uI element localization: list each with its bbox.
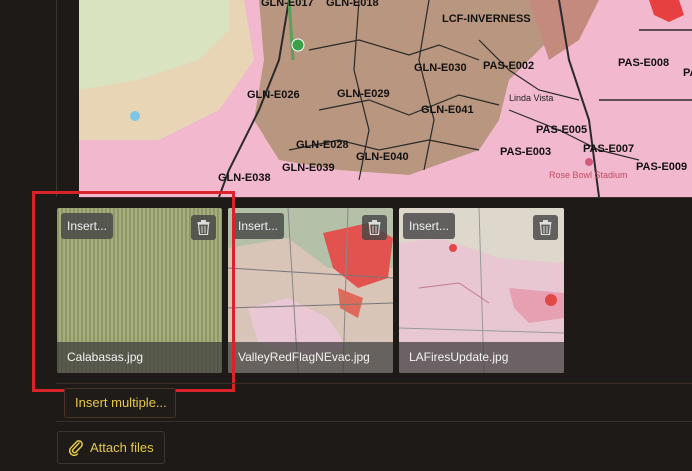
delete-button[interactable] <box>362 215 387 240</box>
map-label: PAS-E005 <box>536 124 587 136</box>
map-graphic: GLN-E017 GLN-E018 LCF-INVERNESS GLN-E030… <box>79 0 692 197</box>
map-label: GLN-E038 <box>218 172 271 184</box>
attachment-card[interactable]: Insert... Calabasas.jpg <box>57 208 222 373</box>
trash-icon <box>539 220 552 235</box>
attachment-filename: Calabasas.jpg <box>67 350 144 364</box>
attachment-filename: ValleyRedFlagNEvac.jpg <box>238 350 370 364</box>
delete-button[interactable] <box>533 215 558 240</box>
map-label: GLN-E030 <box>414 62 467 74</box>
map-label: Linda Vista <box>509 93 553 103</box>
attach-files-label: Attach files <box>90 440 154 455</box>
rail-divider <box>56 0 57 197</box>
map-label: PAS-E003 <box>500 146 551 158</box>
insert-button[interactable]: Insert... <box>403 213 455 239</box>
map-label: GLN-E017 <box>261 0 314 9</box>
attachment-card[interactable]: Insert... LAFiresUpdate.jpg <box>399 208 564 373</box>
attachment-filename: LAFiresUpdate.jpg <box>409 350 509 364</box>
map-label: GLN-E028 <box>296 139 349 151</box>
map-label: GLN-E029 <box>337 88 390 100</box>
trash-icon <box>197 220 210 235</box>
attachment-caption: Calabasas.jpg <box>57 342 222 373</box>
map-preview: GLN-E017 GLN-E018 LCF-INVERNESS GLN-E030… <box>79 0 692 198</box>
divider <box>56 421 692 422</box>
insert-button[interactable]: Insert... <box>61 213 113 239</box>
attachment-caption: LAFiresUpdate.jpg <box>399 342 564 373</box>
left-rail <box>0 0 79 197</box>
insert-button[interactable]: Insert... <box>232 213 284 239</box>
map-label: GLN-E039 <box>282 162 335 174</box>
map-label: GLN-E018 <box>326 0 379 9</box>
insert-multiple-button[interactable]: Insert multiple... <box>64 388 176 418</box>
map-label: LCF-INVERNESS <box>442 13 531 25</box>
divider <box>56 383 692 384</box>
map-label: GLN-E041 <box>421 104 474 116</box>
attach-files-button[interactable]: Attach files <box>57 431 165 464</box>
attachment-caption: ValleyRedFlagNEvac.jpg <box>228 342 393 373</box>
map-label: PAS-E007 <box>583 143 634 155</box>
map-label: Rose Bowl Stadium <box>549 170 628 180</box>
delete-button[interactable] <box>191 215 216 240</box>
map-label: PAS-E002 <box>483 60 534 72</box>
trash-icon <box>368 220 381 235</box>
map-label: GLN-E026 <box>247 89 300 101</box>
attachment-card[interactable]: Insert... ValleyRedFlagNEvac.jpg <box>228 208 393 373</box>
map-label: PAS-E008 <box>618 57 669 69</box>
map-label: GLN-E040 <box>356 151 409 163</box>
paperclip-icon <box>68 440 83 456</box>
map-label: PAS-E009 <box>636 161 687 173</box>
map-label: PAS- <box>683 67 692 79</box>
